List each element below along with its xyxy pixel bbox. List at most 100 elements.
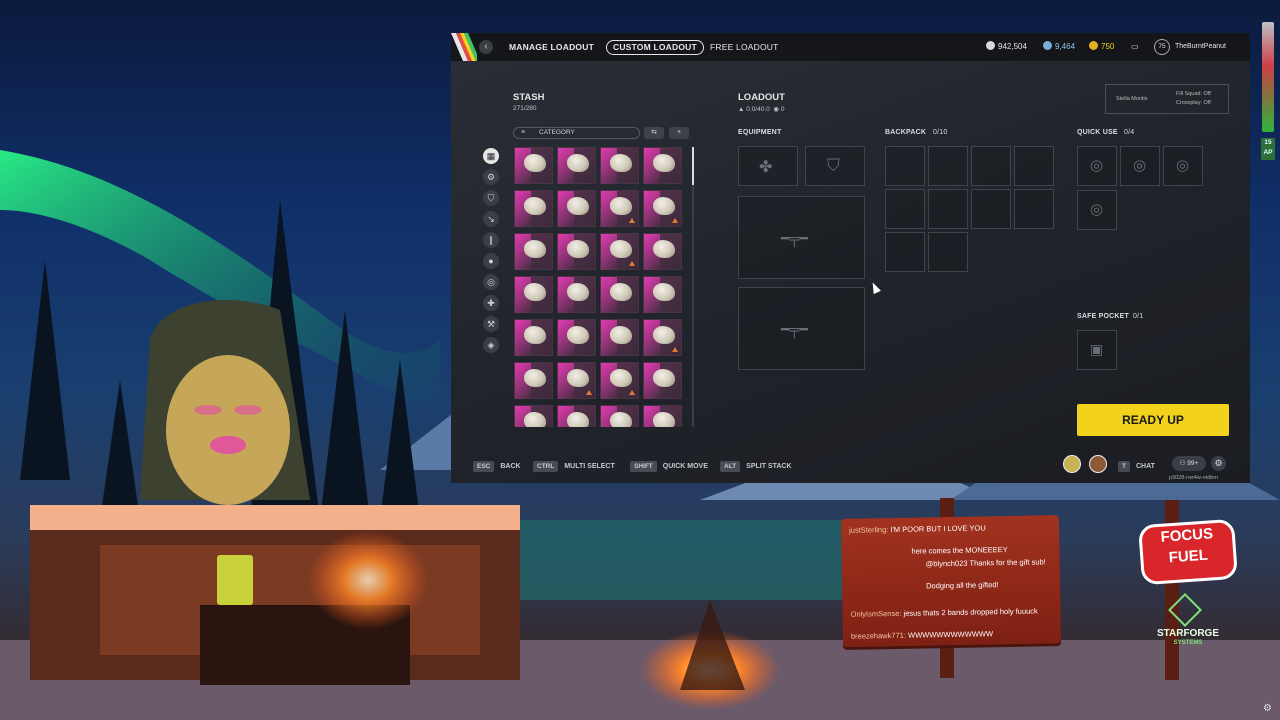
category-ammo-icon[interactable]: ∥: [483, 232, 499, 248]
tab-free-loadout[interactable]: FREE LOADOUT: [710, 40, 779, 54]
category-filter[interactable]: ≡ CATEGORY: [513, 127, 640, 139]
backpack-slot[interactable]: [1014, 189, 1054, 229]
backpack-slot[interactable]: [885, 189, 925, 229]
stash-item-slot[interactable]: [514, 362, 553, 399]
backpack-slot[interactable]: [928, 189, 968, 229]
primary-weapon-slot[interactable]: ━╤━: [738, 196, 865, 279]
hint-multi-select[interactable]: CTRL MULTI SELECT: [533, 461, 615, 472]
safe-pocket-slot[interactable]: ▣: [1077, 330, 1117, 370]
material-rock-icon: [567, 412, 589, 427]
key-esc: ESC: [473, 461, 495, 472]
chat-message: @blynch023 Thanks for the gift sub!: [926, 557, 1046, 568]
category-grid-icon[interactable]: ▦: [483, 148, 499, 164]
server-settings-box[interactable]: Stella Montis Fill Squad: Off Crossplay:…: [1105, 84, 1229, 114]
backpack-slot[interactable]: [1014, 146, 1054, 186]
stash-item-slot[interactable]: [557, 147, 596, 184]
stash-item-slot[interactable]: [600, 276, 639, 313]
credit-icon: [1043, 41, 1052, 50]
stash-item-slot[interactable]: [557, 190, 596, 227]
warning-triangle-icon: [629, 218, 635, 223]
quick-use-slot[interactable]: ◎: [1077, 190, 1117, 230]
party-avatar-1[interactable]: [1063, 455, 1081, 473]
stash-item-slot[interactable]: [557, 276, 596, 313]
quick-use-slot[interactable]: ◎: [1120, 146, 1160, 186]
stash-item-slot[interactable]: [600, 405, 639, 427]
party-avatar-2[interactable]: [1089, 455, 1107, 473]
quick-use-icon: ◎: [1090, 157, 1104, 174]
material-rock-icon: [524, 240, 546, 258]
hint-back[interactable]: ESC BACK: [473, 461, 521, 472]
stash-item-slot[interactable]: [557, 362, 596, 399]
category-wrench-icon[interactable]: ⚒: [483, 316, 499, 332]
stash-item-slot[interactable]: [514, 147, 553, 184]
ap-label: AP: [1263, 149, 1273, 156]
systems-text: SYSTEMS: [1173, 640, 1203, 646]
category-shield-icon[interactable]: ⛉: [483, 190, 499, 206]
stash-item-slot[interactable]: [643, 362, 682, 399]
tokens-value: 750: [1101, 42, 1115, 51]
tab-custom-loadout[interactable]: CUSTOM LOADOUT: [606, 40, 704, 55]
chat-button[interactable]: T CHAT: [1118, 461, 1155, 472]
quick-use-slot[interactable]: ◎: [1077, 146, 1117, 186]
stash-item-slot[interactable]: [643, 233, 682, 270]
backpack-slot[interactable]: [885, 146, 925, 186]
coin-icon: [986, 41, 995, 50]
hint-quick-move[interactable]: SHIFT QUICK MOVE: [630, 461, 708, 472]
shield-slot[interactable]: ⛉: [805, 146, 865, 186]
material-rock-icon: [610, 197, 632, 215]
chat-text: @blynch023 Thanks for the gift sub!: [925, 557, 1046, 569]
settings-gear-icon[interactable]: ⚙: [1211, 456, 1226, 471]
stash-item-slot[interactable]: [600, 362, 639, 399]
material-rock-icon: [567, 369, 589, 387]
tab-manage-loadout[interactable]: MANAGE LOADOUT: [509, 40, 594, 54]
stash-item-slot[interactable]: [514, 405, 553, 427]
stash-scrollbar[interactable]: [692, 147, 694, 427]
chat-text: here comes the MONEEEEY: [911, 545, 1008, 556]
stash-item-slot[interactable]: [643, 147, 682, 184]
player-level-badge: 75: [1154, 39, 1170, 55]
inbox-icon[interactable]: ▭: [1131, 41, 1139, 53]
party-count: 99+: [1187, 460, 1199, 467]
category-ring-icon[interactable]: ◎: [483, 274, 499, 290]
stash-item-slot[interactable]: [643, 276, 682, 313]
stash-item-slot[interactable]: [600, 147, 639, 184]
stash-item-slot[interactable]: [600, 190, 639, 227]
category-grenade-icon[interactable]: ●: [483, 253, 499, 269]
augment-slot[interactable]: ✤: [738, 146, 798, 186]
backpack-slot[interactable]: [928, 232, 968, 272]
material-rock-icon: [524, 154, 546, 172]
backpack-slot[interactable]: [928, 146, 968, 186]
stash-item-slot[interactable]: [557, 233, 596, 270]
backpack-slot[interactable]: [971, 189, 1011, 229]
category-attachment-icon[interactable]: ⚙: [483, 169, 499, 185]
backpack-slot[interactable]: [885, 232, 925, 272]
backpack-slot[interactable]: [971, 146, 1011, 186]
starforge-text: STARFORGE: [1156, 628, 1220, 639]
category-cube-icon[interactable]: ◈: [483, 337, 499, 353]
stash-item-slot[interactable]: [514, 276, 553, 313]
tub: [30, 505, 520, 685]
stash-item-slot[interactable]: [557, 319, 596, 356]
hint-split-stack[interactable]: ALT SPLIT STACK: [720, 461, 792, 472]
category-medkit-icon[interactable]: ✚: [483, 295, 499, 311]
ap-value: 15: [1264, 139, 1272, 146]
add-filter-button[interactable]: +: [669, 127, 689, 139]
category-label: CATEGORY: [539, 129, 575, 136]
stash-item-slot[interactable]: [600, 319, 639, 356]
party-count-badge[interactable]: ⚇ 99+: [1172, 456, 1206, 471]
stash-item-slot[interactable]: [643, 190, 682, 227]
stash-item-slot[interactable]: [514, 190, 553, 227]
quick-use-slot[interactable]: ◎: [1163, 146, 1203, 186]
stash-item-slot[interactable]: [514, 233, 553, 270]
sort-button[interactable]: ⇆: [644, 127, 664, 139]
stash-item-slot[interactable]: [514, 319, 553, 356]
stash-item-slot[interactable]: [557, 405, 596, 427]
stash-item-slot[interactable]: [643, 405, 682, 427]
ready-up-button[interactable]: READY UP: [1077, 404, 1229, 436]
category-knife-icon[interactable]: ↘: [483, 211, 499, 227]
stash-item-slot[interactable]: [643, 319, 682, 356]
back-chevron-button[interactable]: ‹: [479, 40, 493, 54]
secondary-weapon-slot[interactable]: ━╤━: [738, 287, 865, 370]
username[interactable]: TheBurntPeanut: [1175, 41, 1226, 53]
stash-item-slot[interactable]: [600, 233, 639, 270]
